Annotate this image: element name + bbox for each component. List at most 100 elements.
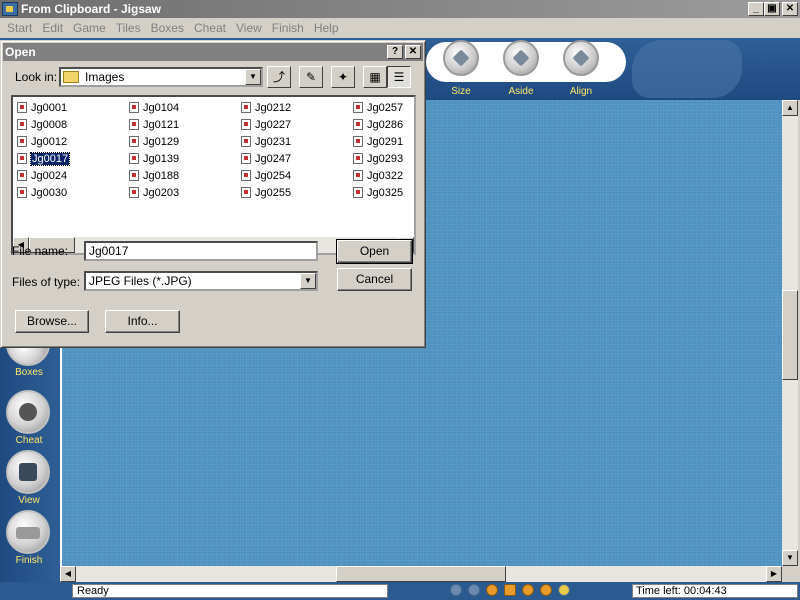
view-tool[interactable]: View bbox=[6, 450, 52, 506]
file-item[interactable]: Jg0139 bbox=[127, 150, 237, 167]
jpeg-file-icon bbox=[129, 136, 139, 147]
file-item[interactable]: Jg0001 bbox=[15, 99, 125, 116]
file-item[interactable]: Jg0291 bbox=[351, 133, 461, 150]
file-item[interactable]: Jg0257 bbox=[351, 99, 461, 116]
cancel-button[interactable]: Cancel bbox=[337, 268, 412, 291]
redo-icon[interactable] bbox=[468, 584, 480, 596]
file-column-3: Jg0212 Jg0227 Jg0231 Jg0247 Jg0254 Jg025… bbox=[239, 99, 349, 201]
aside-tool[interactable]: Aside bbox=[500, 40, 542, 97]
file-item-selected[interactable]: Jg0017 bbox=[15, 150, 125, 167]
dialog-help-button[interactable]: ? bbox=[387, 45, 403, 59]
desktop-button[interactable]: ✎ bbox=[299, 66, 323, 88]
file-item[interactable]: Jg0293 bbox=[351, 150, 461, 167]
chevron-down-icon[interactable]: ▼ bbox=[245, 69, 261, 85]
undo-icon[interactable] bbox=[450, 584, 462, 596]
jpeg-file-icon bbox=[129, 170, 139, 181]
menu-edit[interactable]: Edit bbox=[37, 21, 68, 35]
dialog-close-button[interactable]: ✕ bbox=[405, 45, 421, 59]
close-button[interactable]: ✕ bbox=[782, 2, 798, 16]
finish-icon bbox=[6, 510, 50, 554]
size-tool[interactable]: Size bbox=[440, 40, 482, 97]
file-item[interactable]: Jg0008 bbox=[15, 116, 125, 133]
browse-button[interactable]: Browse... bbox=[15, 310, 89, 333]
file-name-input[interactable]: Jg0017 bbox=[84, 241, 318, 261]
menu-game[interactable]: Game bbox=[68, 21, 111, 35]
zoom-out-icon[interactable] bbox=[486, 584, 498, 596]
jpeg-file-icon bbox=[129, 102, 139, 113]
menu-start[interactable]: Start bbox=[2, 21, 37, 35]
finish-tool[interactable]: Finish bbox=[6, 510, 52, 566]
jpeg-file-icon bbox=[353, 102, 363, 113]
menu-finish[interactable]: Finish bbox=[267, 21, 309, 35]
finish-label: Finish bbox=[15, 555, 43, 566]
board-horizontal-scrollbar[interactable]: ◀ ▶ bbox=[60, 566, 782, 582]
scroll-up-arrow-icon[interactable]: ▲ bbox=[782, 100, 798, 116]
file-list[interactable]: Jg0001 Jg0008 Jg0012 Jg0017 Jg0024 Jg003… bbox=[11, 95, 416, 255]
file-item[interactable]: Jg0286 bbox=[351, 116, 461, 133]
chevron-down-icon[interactable]: ▼ bbox=[300, 273, 316, 289]
fit-icon[interactable] bbox=[504, 584, 516, 596]
file-type-dropdown[interactable]: JPEG Files (*.JPG) ▼ bbox=[84, 271, 318, 291]
new-folder-button[interactable]: ✦ bbox=[331, 66, 355, 88]
file-item[interactable]: Jg0227 bbox=[239, 116, 349, 133]
size-label: Size bbox=[451, 86, 471, 97]
file-item[interactable]: Jg0121 bbox=[127, 116, 237, 133]
up-one-level-button[interactable]: ⤴ bbox=[267, 66, 291, 88]
menu-tiles[interactable]: Tiles bbox=[111, 21, 146, 35]
menu-help[interactable]: Help bbox=[309, 21, 344, 35]
file-item[interactable]: Jg0212 bbox=[239, 99, 349, 116]
file-item[interactable]: Jg0255 bbox=[239, 184, 349, 201]
file-column-1: Jg0001 Jg0008 Jg0012 Jg0017 Jg0024 Jg003… bbox=[15, 99, 125, 201]
file-item[interactable]: Jg0325 bbox=[351, 184, 461, 201]
file-item[interactable]: Jg0030 bbox=[15, 184, 125, 201]
list-view-button[interactable]: ▦ bbox=[363, 66, 387, 88]
file-item[interactable]: Jg0247 bbox=[239, 150, 349, 167]
window-titlebar[interactable]: From Clipboard - Jigsaw _ ▣ ✕ bbox=[0, 0, 800, 18]
menu-bar: Start Edit Game Tiles Boxes Cheat View F… bbox=[0, 18, 800, 38]
file-item[interactable]: Jg0129 bbox=[127, 133, 237, 150]
open-button[interactable]: Open bbox=[336, 239, 413, 264]
jpeg-file-icon bbox=[241, 153, 251, 164]
menu-boxes[interactable]: Boxes bbox=[146, 21, 189, 35]
file-item[interactable]: Jg0188 bbox=[127, 167, 237, 184]
jpeg-file-icon bbox=[353, 187, 363, 198]
scroll-down-arrow-icon[interactable]: ▼ bbox=[782, 550, 798, 566]
file-item[interactable]: Jg0203 bbox=[127, 184, 237, 201]
info-button[interactable]: Info... bbox=[105, 310, 180, 333]
vertical-scroll-thumb[interactable] bbox=[782, 290, 798, 380]
file-item[interactable]: Jg0231 bbox=[239, 133, 349, 150]
file-item[interactable]: Jg0024 bbox=[15, 167, 125, 184]
horizontal-scroll-thumb[interactable] bbox=[336, 566, 506, 582]
up-folder-icon: ⤴ bbox=[272, 70, 285, 84]
zoom-in-icon[interactable] bbox=[522, 584, 534, 596]
board-vertical-scrollbar[interactable]: ▲ ▼ bbox=[782, 100, 798, 566]
dialog-controls: ? ✕ bbox=[387, 45, 421, 59]
file-type-value: JPEG Files (*.JPG) bbox=[89, 274, 192, 288]
file-item[interactable]: Jg0104 bbox=[127, 99, 237, 116]
jpeg-file-icon bbox=[353, 170, 363, 181]
align-tool[interactable]: Align bbox=[560, 40, 602, 97]
jpeg-file-icon bbox=[17, 170, 27, 181]
restore-button[interactable]: ▣ bbox=[764, 2, 780, 16]
jpeg-file-icon bbox=[241, 170, 251, 181]
look-in-dropdown[interactable]: Images ▼ bbox=[59, 67, 263, 87]
scroll-left-arrow-icon[interactable]: ◀ bbox=[60, 566, 76, 582]
file-item[interactable]: Jg0254 bbox=[239, 167, 349, 184]
cheat-tool[interactable]: Cheat bbox=[6, 390, 52, 446]
dialog-titlebar[interactable]: Open ? ✕ bbox=[3, 43, 423, 61]
menu-cheat[interactable]: Cheat bbox=[189, 21, 231, 35]
minimize-button[interactable]: _ bbox=[748, 2, 764, 16]
jpeg-file-icon bbox=[17, 119, 27, 130]
dialog-title: Open bbox=[5, 45, 36, 59]
details-view-button[interactable]: ☰ bbox=[387, 66, 411, 88]
window-controls: _ ▣ ✕ bbox=[748, 2, 798, 16]
file-item[interactable]: Jg0012 bbox=[15, 133, 125, 150]
hint-icon[interactable] bbox=[540, 584, 552, 596]
menu-view[interactable]: View bbox=[231, 21, 267, 35]
scroll-right-arrow-icon[interactable]: ▶ bbox=[766, 566, 782, 582]
file-item[interactable]: Jg0322 bbox=[351, 167, 461, 184]
aside-gear-icon bbox=[503, 40, 539, 76]
list-view-icon: ▦ bbox=[369, 70, 381, 84]
help-icon[interactable] bbox=[558, 584, 570, 596]
jpeg-file-icon bbox=[241, 187, 251, 198]
